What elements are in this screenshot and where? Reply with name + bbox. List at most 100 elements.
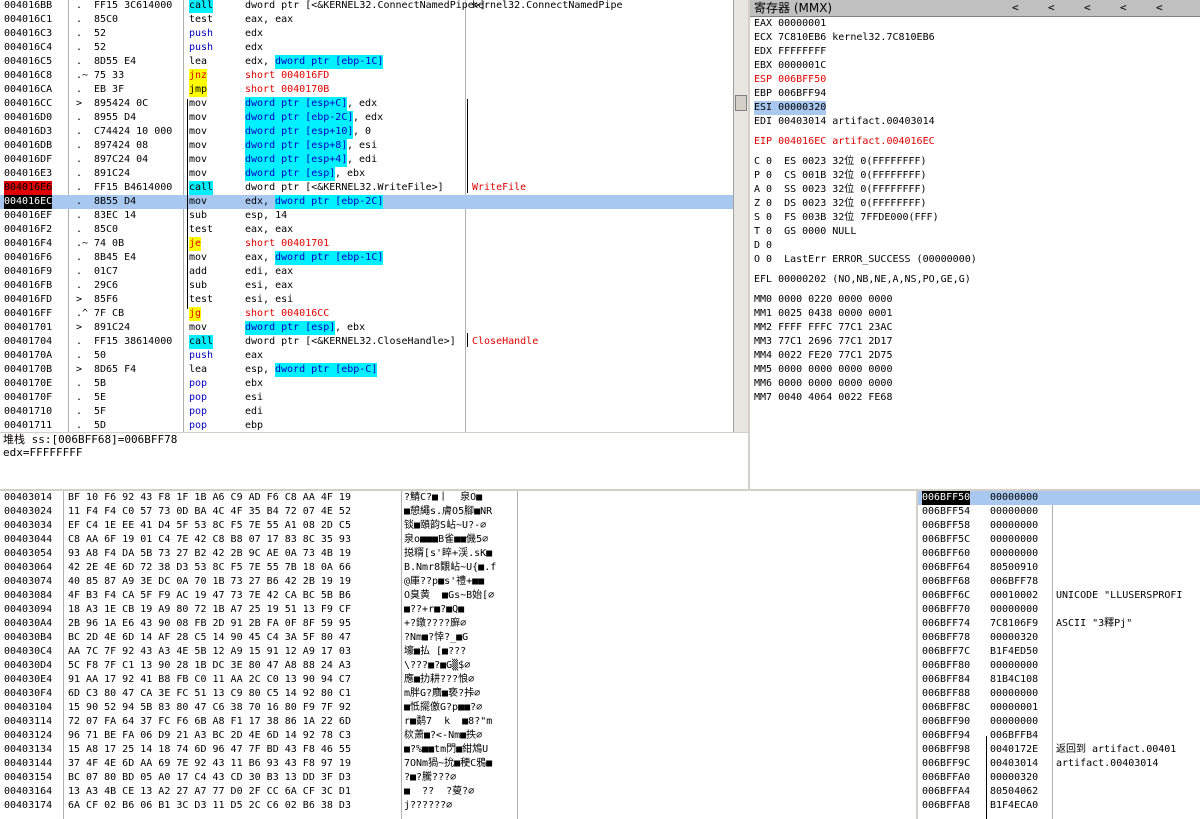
register-line[interactable]: MM2 FFFF FFFC 77C1 23AC	[754, 321, 892, 335]
disasm-row[interactable]: 004016F9. 01C7 add edi, eax	[0, 265, 733, 279]
stack-value: B1F4ECA0	[990, 800, 1039, 811]
disasm-row[interactable]: 00401710. 5F pop edi	[0, 405, 733, 419]
disasm-row[interactable]: 004016C4. 52 push edx	[0, 41, 733, 55]
stack-row[interactable]: 006BFF94 006BFFB4	[918, 729, 1200, 743]
stack-row[interactable]: 006BFF74 7C8106F9 ASCII "3釋Pj"	[918, 617, 1200, 631]
registers-pane[interactable]: 寄存器 (MMX) < < < < < EAX 00000001 ECX 7C81…	[750, 0, 1200, 489]
stack-row[interactable]: 006BFFA0 00000320	[918, 771, 1200, 785]
register-line[interactable]: EBP 006BFF94	[754, 87, 826, 101]
register-line[interactable]: MM1 0025 0438 0000 0001	[754, 307, 892, 321]
disasm-row[interactable]: 004016CA. EB 3F jmp short 0040170B	[0, 83, 733, 97]
register-line[interactable]: MM3 77C1 2696 77C1 2D17	[754, 335, 892, 349]
stack-row[interactable]: 006BFF68 006BFF78	[918, 575, 1200, 589]
disasm-row[interactable]: 004016E3. 891C24 mov dword ptr [esp], ebx	[0, 167, 733, 181]
disasm-row[interactable]: 004016E6. FF15 B4614000 call dword ptr [<&K…	[0, 181, 733, 195]
disasm-row[interactable]: 004016DB. 897424 08 mov dword ptr [esp+8], …	[0, 139, 733, 153]
register-line[interactable]: EBX 0000001C	[754, 59, 826, 73]
register-line[interactable]: MM0 0000 0220 0000 0000	[754, 293, 892, 307]
register-line[interactable]: EFL 00000202 (NO,NB,NE,A,NS,PO,GE,G)	[754, 273, 971, 287]
disassembly-pane[interactable]: 004016BB. FF15 3C614000 call dword ptr [<&K…	[0, 0, 748, 432]
stack-row[interactable]: 006BFF58 00000000	[918, 519, 1200, 533]
chevron-left-icon[interactable]: <	[1048, 0, 1055, 16]
stack-row[interactable]: 006BFF6C 00010002 UNICODE "LLUSERSPROFI	[918, 589, 1200, 603]
register-line[interactable]: S 0 FS 003B 32位 7FFDE000(FFF)	[754, 211, 939, 225]
chevron-left-icon[interactable]: <	[1156, 0, 1163, 16]
register-line[interactable]: A 0 SS 0023 32位 0(FFFFFFFF)	[754, 183, 927, 197]
register-line[interactable]: ESI 00000320	[754, 101, 827, 115]
stack-value: 006BFFB4	[990, 730, 1039, 741]
stack-pane[interactable]: ▲ ▼ 006BFF5000000000006BFF5400000000006B…	[918, 491, 1200, 819]
disasm-row[interactable]: 004016FD >85F6 test esi, esi	[0, 293, 733, 307]
disasm-row[interactable]: 00401704. FF15 38614000 call dword ptr [<&K…	[0, 335, 733, 349]
register-line[interactable]: EDI 00403014 artifact.00403014	[754, 115, 935, 129]
stack-row[interactable]: 006BFF50 00000000	[918, 491, 1200, 505]
stack-comment: ASCII "3釋Pj"	[1056, 618, 1133, 629]
disasm-address: 00401711	[4, 420, 53, 431]
disasm-row[interactable]: 004016CC >895424 0C mov dword ptr [esp+C], …	[0, 97, 733, 111]
disasm-row[interactable]: 004016BB. FF15 3C614000 call dword ptr [<&K…	[0, 0, 733, 13]
disasm-row[interactable]: 00401701 >891C24 mov dword ptr [esp], ebx	[0, 321, 733, 335]
scrollbar-thumb[interactable]	[735, 95, 747, 111]
disasm-row[interactable]: 004016EC. 8B55 D4 mov edx, dword ptr [ebp-2…	[0, 195, 733, 209]
disasm-row[interactable]: 004016C5. 8D55 E4 lea edx, dword ptr [ebp-1…	[0, 55, 733, 69]
register-line[interactable]: C 0 ES 0023 32位 0(FFFFFFFF)	[754, 155, 927, 169]
disasm-row[interactable]: 004016C1. 85C0 test eax, eax	[0, 13, 733, 27]
stack-row[interactable]: 006BFF8C 00000001	[918, 701, 1200, 715]
chevron-left-icon[interactable]: <	[1084, 0, 1091, 16]
disasm-row[interactable]: 004016C8 .~ 75 33 jnz short 004016FD	[0, 69, 733, 83]
disasm-row[interactable]: 0040170B >8D65 F4 lea esp, dword ptr [ebp-C…	[0, 363, 733, 377]
disasm-row[interactable]: 0040170E. 5B pop ebx	[0, 377, 733, 391]
register-line[interactable]: EAX 00000001	[754, 17, 826, 31]
register-line[interactable]: ECX 7C810EB6 kernel32.7C810EB6	[754, 31, 935, 45]
stack-row[interactable]: 006BFF90 00000000	[918, 715, 1200, 729]
register-line[interactable]: EDX FFFFFFFF	[754, 45, 826, 59]
disasm-row[interactable]: 0040170F. 5E pop esi	[0, 391, 733, 405]
memory-dump-pane[interactable]: 00403014 BF 10 F6 92 43 F8 1F 1B A6 C9 AD…	[0, 491, 916, 819]
register-line[interactable]: D 0	[754, 239, 772, 253]
register-line[interactable]: MM5 0000 0000 0000 0000	[754, 363, 892, 377]
stack-row[interactable]: 006BFFA4 80504062	[918, 785, 1200, 799]
stack-row[interactable]: 006BFF88 00000000	[918, 687, 1200, 701]
disasm-row[interactable]: 004016FB. 29C6 sub esi, eax	[0, 279, 733, 293]
dump-hex: BC 07 80 BD 05 A0 17 C4 43 CD 30 B3 13 D…	[68, 772, 351, 783]
chevron-left-icon[interactable]: <	[1120, 0, 1127, 16]
disasm-row[interactable]: 0040170A. 50 push eax	[0, 349, 733, 363]
register-line[interactable]: Z 0 DS 0023 32位 0(FFFFFFFF)	[754, 197, 927, 211]
disasm-row[interactable]: 004016C3. 52 push edx	[0, 27, 733, 41]
register-line[interactable]: MM4 0022 FE20 77C1 2D75	[754, 349, 892, 363]
disasm-row[interactable]: 004016F2. 85C0 test eax, eax	[0, 223, 733, 237]
disassembly-scrollbar[interactable]	[733, 0, 748, 432]
column-separator	[63, 491, 64, 819]
stack-row[interactable]: 006BFF70 00000000	[918, 603, 1200, 617]
register-line[interactable]: MM7 0040 4064 0022 FE68	[754, 391, 892, 405]
stack-row[interactable]: 006BFFA8 B1F4ECA0	[918, 799, 1200, 813]
disasm-row[interactable]: 004016F6. 8B45 E4 mov eax, dword ptr [ebp-1…	[0, 251, 733, 265]
disasm-row[interactable]: 004016EF. 83EC 14 sub esp, 14	[0, 209, 733, 223]
stack-value: 00000000	[990, 534, 1039, 545]
register-line[interactable]: EIP 004016EC artifact.004016EC	[754, 135, 935, 149]
stack-row[interactable]: 006BFF54 00000000	[918, 505, 1200, 519]
register-line[interactable]: T 0 GS 0000 NULL	[754, 225, 856, 239]
disasm-row[interactable]: 004016DF. 897C24 04 mov dword ptr [esp+4], …	[0, 153, 733, 167]
disasm-row[interactable]: 00401711. 5D pop ebp	[0, 419, 733, 432]
disasm-operand: eax, eax	[245, 14, 294, 25]
stack-row[interactable]: 006BFF5C 00000000	[918, 533, 1200, 547]
register-line[interactable]: O 0 LastErr ERROR_SUCCESS (00000000)	[754, 253, 977, 267]
disasm-address: 004016F4	[4, 238, 53, 249]
stack-row[interactable]: 006BFF9C 00403014 artifact.00403014	[918, 757, 1200, 771]
stack-row[interactable]: 006BFF84 81B4C108	[918, 673, 1200, 687]
disasm-row[interactable]: 004016D0. 8955 D4 mov dword ptr [ebp-2C], e…	[0, 111, 733, 125]
disasm-row[interactable]: 004016D3. C74424 10 000 mov dword ptr [esp+…	[0, 125, 733, 139]
chevron-left-icon[interactable]: <	[1012, 0, 1019, 16]
stack-row[interactable]: 006BFF78 00000320	[918, 631, 1200, 645]
register-line[interactable]: ESP 006BFF50	[754, 73, 826, 87]
stack-row[interactable]: 006BFF98 0040172E 返回到 artifact.00401	[918, 743, 1200, 757]
register-line[interactable]: P 0 CS 001B 32位 0(FFFFFFFF)	[754, 169, 927, 183]
stack-row[interactable]: 006BFF80 00000000	[918, 659, 1200, 673]
stack-row[interactable]: 006BFF60 00000000	[918, 547, 1200, 561]
stack-row[interactable]: 006BFF64 80500910	[918, 561, 1200, 575]
disasm-row[interactable]: 004016F4 .~ 74 0B je short 00401701	[0, 237, 733, 251]
disasm-row[interactable]: 004016FF .^ 7F CB jg short 004016CC	[0, 307, 733, 321]
stack-row[interactable]: 006BFF7C B1F4ED50	[918, 645, 1200, 659]
register-line[interactable]: MM6 0000 0000 0000 0000	[754, 377, 892, 391]
